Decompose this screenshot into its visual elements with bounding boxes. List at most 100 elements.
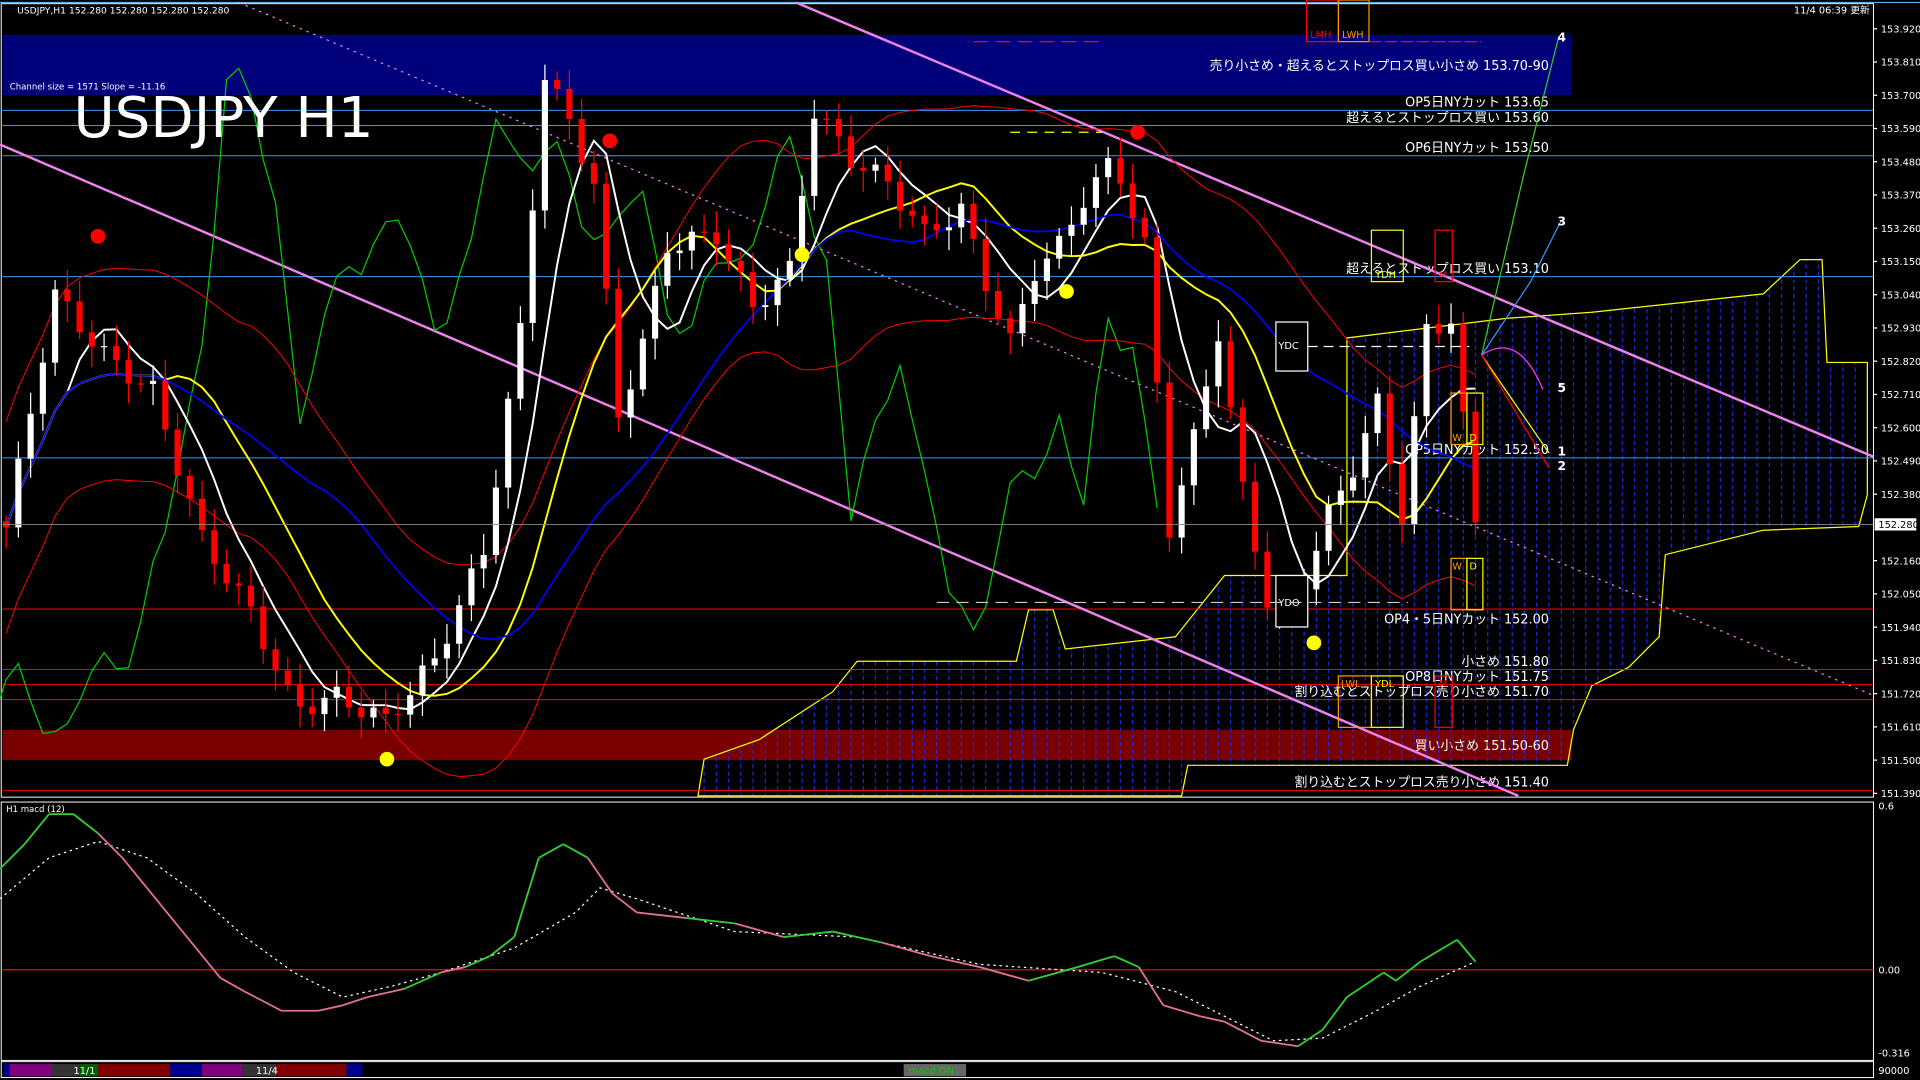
- price-axis-label: 152.930: [1881, 324, 1920, 335]
- macd-line-segment: [171, 918, 195, 948]
- candle-body: [1081, 208, 1087, 225]
- candle-body: [383, 708, 389, 714]
- macd-line-segment: [637, 912, 686, 917]
- price-axis-label: 153.700: [1881, 91, 1920, 102]
- candle-body: [1203, 386, 1209, 429]
- macd-line-segment: [735, 923, 784, 937]
- price-axis-label: 152.380: [1881, 490, 1920, 501]
- candle-body: [248, 586, 254, 607]
- candle-body: [1240, 407, 1246, 481]
- price-axis-label: 153.370: [1881, 191, 1920, 202]
- macd-line-segment: [1163, 1005, 1200, 1016]
- candle-body: [77, 301, 83, 332]
- candle-body: [1374, 394, 1380, 434]
- candle-body: [921, 216, 927, 224]
- candle-body: [872, 165, 878, 171]
- price-axis-label: 152.820: [1881, 357, 1920, 368]
- candle-body: [15, 459, 21, 528]
- macd-line-segment: [612, 893, 636, 912]
- candle-body: [1338, 491, 1344, 505]
- trading-chart[interactable]: 売り小さめ・超えるとストップロス買い小さめ 153.70-90買い小さめ 151…: [0, 0, 1920, 1080]
- candle-body: [1264, 552, 1270, 608]
- macd-toggle-label[interactable]: macd ON: [909, 1066, 954, 1077]
- buy-signal-icon: [795, 247, 810, 262]
- macd-signal-line: [0, 841, 1476, 1040]
- candle-body: [628, 389, 634, 417]
- macd-line-segment: [686, 918, 735, 923]
- candle-body: [897, 182, 903, 211]
- candle-body: [713, 232, 719, 244]
- macd-line-segment: [245, 992, 282, 1011]
- chikou-span: [0, 68, 1157, 733]
- candle-body: [1007, 318, 1013, 333]
- current-price-label: 152.280: [1878, 520, 1918, 531]
- candle-body: [1068, 225, 1074, 236]
- candle-body: [346, 687, 352, 708]
- candle-body: [1191, 429, 1197, 485]
- candle-body: [1228, 341, 1234, 407]
- macd-toggle-button[interactable]: macd ON: [904, 1064, 966, 1077]
- macd-line-segment: [1114, 956, 1138, 967]
- price-level-label: OP4・5日NYカット 152.00: [1384, 613, 1549, 628]
- price-axis-label: 151.830: [1881, 656, 1920, 667]
- candle-body: [1252, 482, 1258, 552]
- candle-body: [579, 119, 585, 163]
- macd-line-segment: [196, 948, 220, 978]
- candle-body: [823, 119, 829, 120]
- candle-body: [1179, 485, 1185, 537]
- macd-line-segment: [367, 989, 404, 997]
- candle-body: [64, 289, 70, 301]
- sell-signal-icon: [91, 229, 106, 244]
- candle-body: [407, 695, 413, 714]
- candle-body: [1436, 324, 1442, 334]
- lwh-label: LWH: [1342, 30, 1364, 41]
- candle-body: [787, 261, 793, 280]
- macd-line-segment: [1347, 973, 1384, 998]
- candle-body: [89, 332, 95, 346]
- macd-line-segment: [343, 997, 367, 1005]
- macd-line-segment: [73, 814, 97, 833]
- candle-body: [419, 665, 425, 695]
- macd-line-segment: [1139, 967, 1163, 1005]
- candle-body: [701, 232, 707, 233]
- projection-label-5: 5: [1558, 381, 1567, 395]
- macd-line-segment: [147, 888, 171, 918]
- candle-body: [493, 488, 499, 555]
- buy-signal-icon: [1307, 636, 1322, 651]
- candle-body: [481, 555, 487, 568]
- price-axis-label: 153.260: [1881, 224, 1920, 235]
- candle-body: [1460, 324, 1466, 412]
- macd-line-segment: [465, 956, 489, 967]
- price-level-label: OP6日NYカット 153.50: [1405, 141, 1549, 156]
- candle-body: [40, 363, 46, 414]
- candle-body: [1411, 416, 1417, 524]
- candle-body: [28, 414, 34, 459]
- price-level-label: 小さめ 151.80: [1461, 655, 1549, 670]
- price-axis-label: 151.940: [1881, 623, 1920, 634]
- price-zone-label: 売り小さめ・超えるとストップロス買い小さめ 153.70-90: [1210, 58, 1549, 74]
- price-axis-label: 151.720: [1881, 689, 1920, 700]
- candle-body: [236, 583, 242, 585]
- volume-scale: 90000: [1878, 1066, 1909, 1077]
- price-axis-label: 153.150: [1881, 257, 1920, 268]
- candle-body: [1142, 218, 1148, 237]
- macd-line-segment: [122, 858, 146, 888]
- w-upper-label: W: [1452, 433, 1462, 444]
- candle-body: [126, 360, 132, 383]
- candle-body: [358, 708, 364, 718]
- macd-line-segment: [220, 978, 244, 992]
- d-lower-label: D: [1469, 561, 1477, 572]
- candle-body: [983, 239, 989, 291]
- macd-line-segment: [404, 973, 441, 989]
- candle-body: [1130, 184, 1136, 218]
- macd-axis-min: -0.316: [1878, 1049, 1910, 1060]
- price-level-label: 割り込むとストップロス売り小さめ 151.40: [1294, 775, 1549, 791]
- price-level-label: 割り込むとストップロス売り小さめ 151.70: [1294, 684, 1549, 700]
- ydc-label: YDC: [1277, 341, 1299, 352]
- candle-body: [615, 289, 621, 418]
- macd-line-segment: [833, 932, 882, 943]
- session-date-2: 11/4: [256, 1066, 278, 1077]
- channel-lower-line[interactable]: [0, 144, 1518, 795]
- candle-body: [750, 272, 756, 307]
- candle-body: [762, 305, 768, 307]
